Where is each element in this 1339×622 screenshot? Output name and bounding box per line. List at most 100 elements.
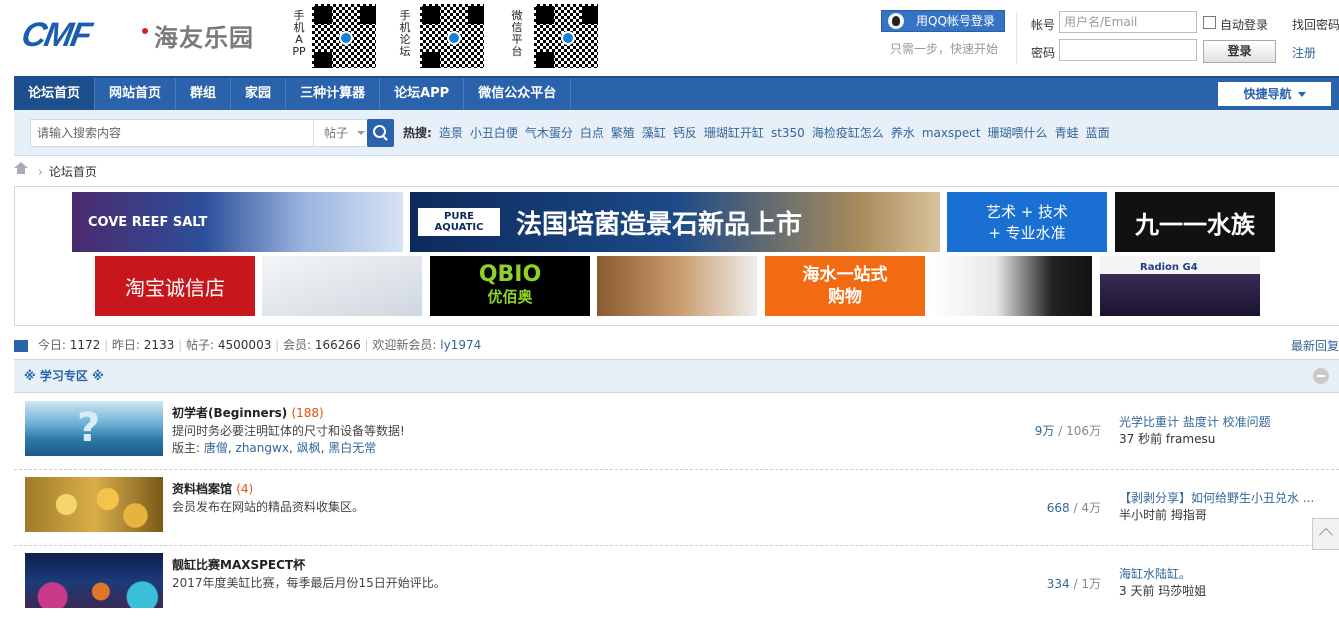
quick-nav-label: 快捷导航 bbox=[1243, 87, 1292, 101]
category-title[interactable]: ※ 学习专区 ※ bbox=[24, 369, 104, 383]
hot-link[interactable]: 白点 bbox=[580, 126, 604, 140]
logo-chinese-name: 海友乐园 bbox=[154, 23, 254, 52]
hot-link[interactable]: maxspect bbox=[922, 126, 981, 140]
header: CMF 海友乐园 手机APP 手机论坛 微信平台 用QQ帐号登录 只需一步，快速… bbox=[0, 0, 1339, 76]
search-type-value: 帖子 bbox=[324, 126, 349, 140]
ad-equipment-photo[interactable] bbox=[262, 256, 422, 316]
nav-item-home-space[interactable]: 家园 bbox=[231, 78, 287, 110]
hot-link[interactable]: 气木蛋分 bbox=[525, 126, 573, 140]
forum-name-text: 靓缸比赛MAXSPECT杯 bbox=[172, 558, 306, 572]
hot-link[interactable]: st350 bbox=[771, 126, 805, 140]
site-logo[interactable]: CMF 海友乐园 bbox=[18, 14, 262, 60]
breadcrumb: › 论坛首页 bbox=[14, 161, 97, 180]
post-count: 106万 bbox=[1066, 424, 1101, 438]
quick-nav-button[interactable]: 快捷导航 bbox=[1218, 82, 1331, 106]
ad-text: 艺术 + 技术 bbox=[985, 203, 1069, 221]
forum-thumbnail[interactable]: ? bbox=[25, 401, 163, 456]
hot-searches: 热搜: 造景 小丑白便 气木蛋分 白点 繁殖 藻缸 钙反 珊瑚缸开缸 st350 海检疫缸怎么 养水 m… bbox=[403, 124, 1110, 141]
divider bbox=[1016, 12, 1017, 64]
search-type-select[interactable]: 帖子 bbox=[313, 120, 373, 146]
breadcrumb-current[interactable]: 论坛首页 bbox=[49, 165, 97, 179]
forum-row: 靓缸比赛MAXSPECT杯 2017年度美缸比赛，每季最后月份15日开始评比。 … bbox=[14, 546, 1339, 622]
qr-code-icon bbox=[310, 2, 378, 70]
find-password-link[interactable]: 找回密码 bbox=[1292, 16, 1339, 33]
hot-link[interactable]: 繁殖 bbox=[611, 126, 635, 140]
moderator-label: 版主: bbox=[172, 441, 201, 455]
hot-link[interactable]: 蓝面 bbox=[1086, 126, 1110, 140]
forum-stats: 334 / 1万 bbox=[1046, 577, 1101, 591]
nav-item-forum-app[interactable]: 论坛APP bbox=[380, 78, 465, 110]
ad-cove-reef-salt[interactable]: COVE REEF SALT bbox=[72, 192, 403, 252]
password-input[interactable] bbox=[1059, 39, 1197, 61]
search-button[interactable] bbox=[367, 119, 394, 147]
forum-row: ? 初学者(Beginners) (188) 提问时务必要注明缸体的尺寸和设备等… bbox=[14, 394, 1339, 470]
account-input[interactable]: 用户名/Email bbox=[1059, 11, 1197, 33]
forum-description: 会员发布在网站的精品资料收集区。 bbox=[172, 500, 365, 514]
latest-reply-link[interactable]: 最新回复 bbox=[1291, 337, 1339, 354]
members-value: 166266 bbox=[314, 338, 361, 352]
moderator-link[interactable]: zhangwx bbox=[236, 441, 289, 455]
ad-art-tech[interactable]: 艺术 + 技术 + 专业水准 bbox=[947, 192, 1107, 252]
nav-item-groups[interactable]: 群组 bbox=[176, 78, 232, 110]
chevron-down-icon bbox=[357, 131, 365, 135]
moderator-link[interactable]: 飒枫 bbox=[297, 441, 321, 455]
register-link[interactable]: 注册 bbox=[1292, 44, 1316, 61]
newest-member-link[interactable]: ly1974 bbox=[440, 338, 481, 352]
forum-name[interactable]: 初学者(Beginners) (188) bbox=[172, 404, 324, 421]
last-post: 海缸水陆缸。 3 天前 玛莎啦姐 bbox=[1119, 565, 1339, 599]
forum-stats: 668 / 4万 bbox=[1046, 501, 1101, 515]
ad-text: 优佰奥 bbox=[487, 288, 533, 306]
hot-link[interactable]: 青蛙 bbox=[1055, 126, 1079, 140]
logo-mark: CMF bbox=[18, 16, 94, 54]
moderator-link[interactable]: 黑白无常 bbox=[328, 441, 376, 455]
ad-taobao-shop[interactable]: 淘宝诚信店 bbox=[95, 256, 255, 316]
last-post-title[interactable]: 光学比重计 盐度计 校准问题 bbox=[1119, 415, 1271, 429]
hot-link[interactable]: 珊瑚喂什么 bbox=[988, 126, 1048, 140]
ad-text: Radion G4 bbox=[1140, 262, 1198, 273]
moderator-link[interactable]: 唐僧 bbox=[204, 441, 228, 455]
ad-pure-aquatic[interactable]: PURE AQUATIC 法国培菌造景石新品上市 bbox=[410, 192, 940, 252]
ad-text: QBIO bbox=[478, 262, 542, 287]
back-to-top-button[interactable] bbox=[1312, 518, 1339, 550]
hot-link[interactable]: 海检疫缸怎么 bbox=[812, 126, 884, 140]
forum-thumbnail[interactable] bbox=[25, 553, 163, 608]
search-input[interactable]: 请输入搜索内容 帖子 bbox=[30, 119, 373, 147]
forum-name-text: 初学者(Beginners) bbox=[172, 406, 288, 420]
auto-login-checkbox[interactable] bbox=[1203, 16, 1216, 29]
login-button[interactable]: 登录 bbox=[1203, 40, 1276, 63]
home-icon[interactable] bbox=[14, 161, 28, 178]
forum-thumbnail[interactable] bbox=[25, 477, 163, 532]
breadcrumb-separator: › bbox=[38, 165, 43, 179]
nav-item-calculators[interactable]: 三种计算器 bbox=[286, 78, 381, 110]
hot-link[interactable]: 养水 bbox=[891, 126, 915, 140]
collapse-icon[interactable] bbox=[1313, 368, 1329, 384]
search-bar: 请输入搜索内容 帖子 热搜: 造景 小丑白便 气木蛋分 白点 繁殖 藻缸 钙反 珊瑚缸开缸 st3… bbox=[14, 110, 1339, 156]
nav-item-forum-home[interactable]: 论坛首页 bbox=[14, 78, 96, 110]
nav-item-wechat[interactable]: 微信公众平台 bbox=[464, 78, 572, 110]
hot-link[interactable]: 藻缸 bbox=[642, 126, 666, 140]
ad-qbio[interactable]: QBIO 优佰奥 bbox=[430, 256, 590, 316]
hot-link[interactable]: 小丑白便 bbox=[470, 126, 518, 140]
ad-skimmer-photo[interactable] bbox=[932, 256, 1092, 316]
yesterday-label: 昨日: bbox=[111, 338, 140, 352]
hot-link[interactable]: 钙反 bbox=[673, 126, 697, 140]
last-post-title[interactable]: 【剥剥分享】如何给野生小丑兑水 ... bbox=[1119, 491, 1314, 505]
ad-radion-g4[interactable]: Radion G4 bbox=[1100, 256, 1260, 316]
hot-link[interactable]: 珊瑚缸开缸 bbox=[704, 126, 764, 140]
today-value: 1172 bbox=[69, 338, 101, 352]
forum-stats: 9万 / 106万 bbox=[1034, 424, 1101, 438]
ad-cabinet-photo[interactable] bbox=[597, 256, 757, 316]
forum-name[interactable]: 靓缸比赛MAXSPECT杯 bbox=[172, 556, 305, 573]
forum-description: 2017年度美缸比赛，每季最后月份15日开始评比。 bbox=[172, 576, 446, 590]
ad-one-stop-shop[interactable]: 海水一站式 购物 bbox=[765, 256, 925, 316]
qr-label: 手机APP bbox=[292, 9, 306, 58]
qq-login-button[interactable]: 用QQ帐号登录 bbox=[881, 10, 1005, 32]
last-post-title[interactable]: 海缸水陆缸。 bbox=[1119, 567, 1191, 581]
logo-dot bbox=[142, 28, 148, 34]
category-header: ※ 学习专区 ※ bbox=[14, 359, 1339, 393]
forum-name[interactable]: 资料档案馆 (4) bbox=[172, 480, 253, 497]
forum-today-count: (188) bbox=[291, 406, 324, 420]
hot-link[interactable]: 造景 bbox=[439, 126, 463, 140]
ad-911-aquarium[interactable]: 九一一水族 bbox=[1115, 192, 1275, 252]
nav-item-site-home[interactable]: 网站首页 bbox=[95, 78, 177, 110]
